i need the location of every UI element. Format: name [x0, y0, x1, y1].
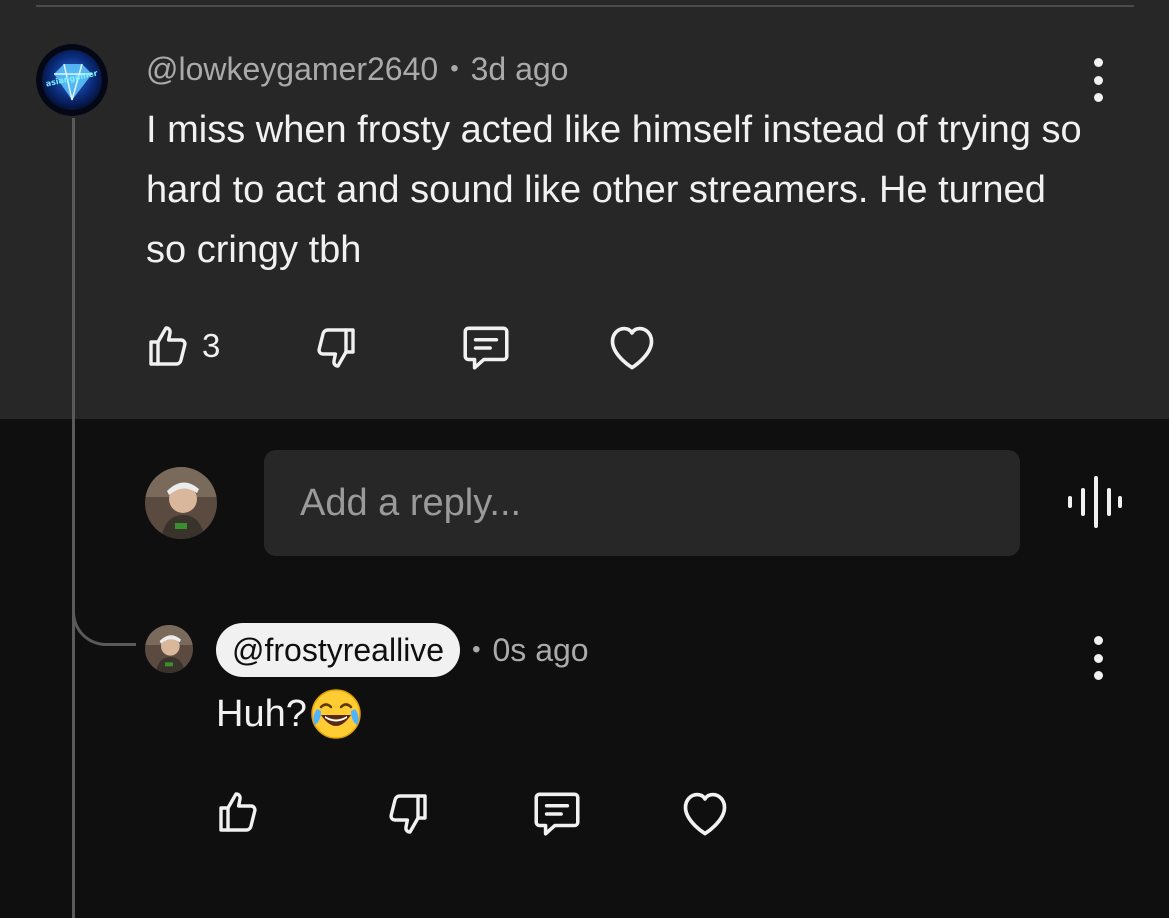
meta-separator: •	[450, 55, 459, 82]
reply-text-row: Huh?	[216, 686, 363, 742]
comment-author[interactable]: @lowkeygamer2640	[146, 51, 438, 88]
comment-meta: @lowkeygamer2640 • 3d ago	[146, 48, 568, 90]
thumbs-up-icon	[219, 792, 257, 832]
like-button[interactable]	[214, 788, 262, 836]
reply-button[interactable]	[459, 322, 513, 372]
thread-line	[72, 118, 75, 918]
reply-author[interactable]: @frostyreallive	[216, 623, 461, 677]
reply-time[interactable]: 0s ago	[493, 632, 589, 669]
reply-button[interactable]	[530, 788, 584, 838]
reply-input[interactable]	[264, 450, 1020, 556]
heart-icon	[683, 792, 727, 836]
reply-comment-icon	[463, 326, 509, 370]
heart-button[interactable]	[679, 788, 731, 838]
avatar[interactable]	[145, 467, 217, 539]
dislike-button[interactable]	[384, 790, 432, 838]
meta-separator: •	[472, 636, 481, 663]
thumbs-up-icon	[149, 326, 187, 366]
voice-search-icon[interactable]	[1066, 474, 1122, 530]
thread-connector	[72, 600, 136, 646]
thumbs-down-icon	[317, 328, 355, 368]
divider	[36, 5, 1134, 7]
comment-time[interactable]: 3d ago	[471, 51, 569, 88]
more-vertical-icon[interactable]	[1083, 636, 1113, 680]
heart-icon	[610, 326, 654, 370]
like-button[interactable]: 3	[144, 322, 220, 370]
laughing-tears-emoji-icon	[311, 689, 361, 739]
reply-comment-icon	[534, 792, 580, 836]
thumbs-down-icon	[389, 794, 427, 834]
dislike-button[interactable]	[312, 324, 360, 372]
comment-text: I miss when frosty acted like himself in…	[146, 109, 1082, 271]
reply-meta: @frostyreallive • 0s ago	[216, 623, 589, 677]
more-vertical-icon[interactable]	[1083, 58, 1113, 102]
heart-button[interactable]	[606, 322, 658, 372]
reply-text: Huh?	[216, 693, 307, 735]
avatar[interactable]	[145, 625, 193, 673]
like-count: 3	[202, 327, 221, 364]
avatar[interactable]: asiangamer	[36, 44, 108, 116]
